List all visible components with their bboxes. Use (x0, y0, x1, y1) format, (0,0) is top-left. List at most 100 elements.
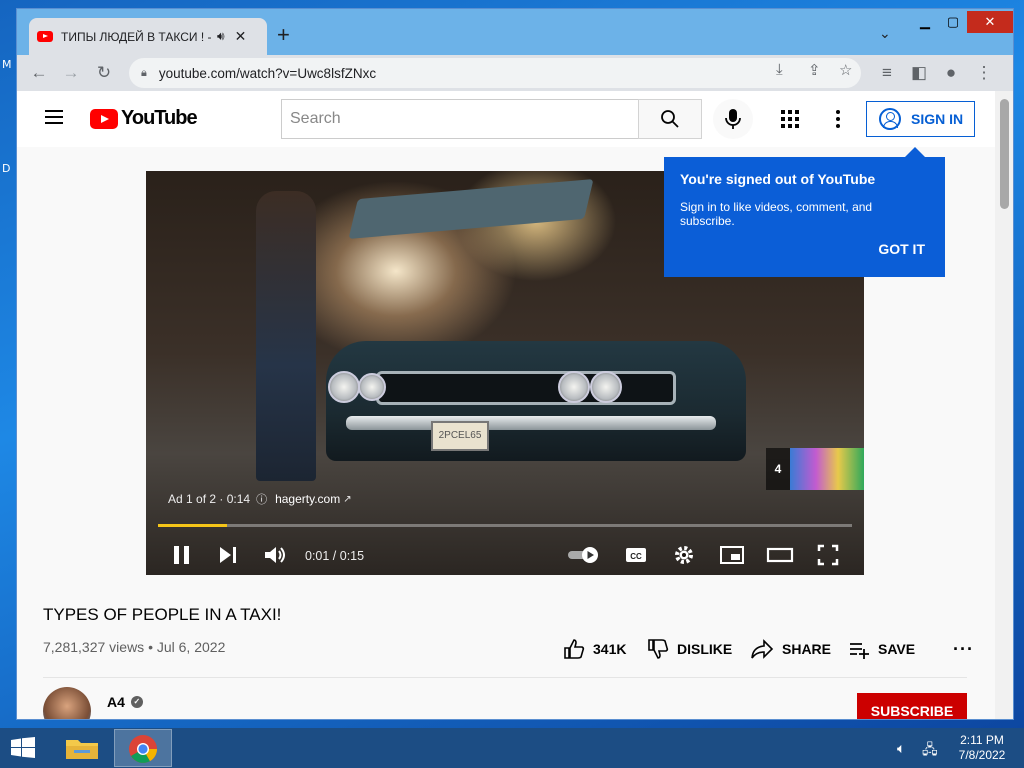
search-icon (661, 110, 679, 128)
address-bar[interactable]: 🔒︎ youtube.com/watch?v=Uwc8lsfZNxc ⤓ ⇪ ☆ (129, 58, 861, 88)
voice-search-button[interactable] (713, 99, 753, 139)
install-icon[interactable]: ⤓ (776, 61, 783, 78)
theater-icon (766, 547, 794, 563)
url-text: youtube.com/watch?v=Uwc8lsfZNxc (158, 65, 377, 81)
title-bar: ТИПЫ ЛЮДЕЙ В ТАКСИ ! - YouTube 🔊︎ ✕ + ⌄ … (17, 9, 1013, 55)
player-controls: 0:01 / 0:15 CC (146, 535, 864, 575)
ad-label: Ad 1 of 2 · 0:14 (168, 492, 251, 506)
star-icon[interactable]: ☆ (839, 61, 852, 79)
windows-start-icon[interactable] (10, 737, 36, 759)
dislike-button[interactable]: DISLIKE (647, 631, 732, 667)
cc-icon: CC (626, 548, 646, 562)
settings-button[interactable] (672, 541, 696, 569)
ad-info: Ad 1 of 2 · 0:14 ⓘ hagerty.com ↗ (168, 491, 352, 507)
taskbar: 🔈︎ 🖧︎ 2:11 PM 7/8/2022 (0, 728, 1024, 768)
chrome-taskbar-button[interactable] (114, 729, 172, 767)
search-button[interactable] (638, 99, 702, 139)
new-tab-button[interactable]: + (277, 23, 290, 47)
settings-menu-button[interactable] (827, 108, 849, 130)
time-display: 0:01 / 0:15 (305, 549, 365, 563)
fullscreen-icon (817, 544, 839, 566)
video-license-plate: 2PCEL65 (431, 421, 489, 451)
apps-icon[interactable] (779, 108, 801, 130)
scrollbar-thumb[interactable] (1000, 99, 1009, 209)
settings-icon (675, 546, 693, 564)
maximize-button[interactable]: ▢ (939, 11, 967, 33)
channel-name: A4 (107, 694, 125, 710)
progress-bar[interactable] (158, 524, 852, 527)
youtube-favicon (37, 31, 53, 42)
tab-title: ТИПЫ ЛЮДЕЙ В ТАКСИ ! - YouTube (61, 29, 211, 44)
popup-title: You're signed out of YouTube (680, 171, 876, 187)
popup-body: Sign in to like videos, comment, and sub… (680, 200, 873, 228)
youtube-header: YouTube SIGN IN (17, 91, 995, 147)
autoplay-toggle[interactable] (566, 541, 602, 569)
volume-button[interactable] (262, 541, 288, 569)
endcard-thumbnail[interactable]: 4 (766, 448, 864, 490)
video-car-headlight (558, 371, 590, 403)
ad-link[interactable]: hagerty.com (275, 492, 340, 506)
signed-out-popup: You're signed out of YouTube Sign in to … (664, 147, 945, 277)
youtube-play-icon (90, 108, 118, 129)
channel-avatar[interactable] (43, 687, 91, 719)
save-button[interactable]: SAVE (848, 631, 915, 667)
lock-icon[interactable]: 🔒︎ (141, 67, 147, 80)
playlist-add-icon (850, 643, 869, 659)
captions-button[interactable]: CC (624, 541, 648, 569)
info-icon[interactable]: ⓘ (256, 491, 267, 507)
more-actions-button[interactable]: ··· (953, 631, 974, 667)
thumbs-up-icon (564, 639, 585, 659)
reload-icon[interactable]: ↻ (92, 61, 116, 85)
endcard-count: 4 (766, 448, 790, 490)
file-explorer-icon[interactable] (60, 732, 104, 764)
pause-button[interactable] (170, 541, 194, 569)
speaker-icon[interactable]: 🔊︎ (217, 29, 225, 44)
reading-list-icon[interactable]: ≡ (875, 61, 899, 85)
tab-search-button[interactable]: ⌄ (879, 25, 891, 42)
subscribe-button[interactable]: SUBSCRIBE (857, 693, 967, 719)
video-person (256, 191, 316, 481)
network-icon[interactable]: 🖧︎ (922, 739, 938, 763)
video-car-headlight (358, 373, 386, 401)
folder-shape (66, 740, 98, 759)
next-icon (220, 547, 236, 563)
endcard-image (790, 448, 864, 490)
next-button[interactable] (216, 541, 240, 569)
browser-tab[interactable]: ТИПЫ ЛЮДЕЙ В ТАКСИ ! - YouTube 🔊︎ ✕ (29, 18, 267, 55)
desktop-icon-fragment: D (2, 162, 11, 175)
theater-mode-button[interactable] (766, 541, 794, 569)
like-button[interactable]: 341K (563, 631, 626, 667)
fullscreen-button[interactable] (816, 541, 840, 569)
hamburger-icon[interactable] (45, 110, 63, 124)
kebab-icon[interactable]: ⋮ (972, 61, 996, 85)
sign-in-button[interactable]: SIGN IN (866, 101, 975, 137)
video-meta: 7,281,327 views • Jul 6, 2022 (43, 639, 226, 655)
page-scrollbar[interactable] (995, 91, 1013, 719)
got-it-button[interactable]: GOT IT (878, 241, 925, 257)
search-input[interactable] (281, 99, 638, 139)
system-clock[interactable]: 2:11 PM 7/8/2022 (952, 733, 1012, 763)
channel-name-row[interactable]: A4 ✓ (107, 694, 143, 710)
minimize-button[interactable]: ▁ (911, 11, 939, 33)
share-button[interactable]: SHARE (750, 631, 831, 667)
kebab-icon (836, 110, 840, 128)
close-icon[interactable]: ✕ (235, 28, 247, 45)
back-icon[interactable]: ← (27, 61, 51, 85)
youtube-logo[interactable]: YouTube (90, 107, 198, 130)
verified-icon: ✓ (130, 696, 143, 708)
chevron-down-icon: ⌄ (879, 25, 891, 41)
apps-grid (781, 110, 799, 128)
volume-icon (265, 547, 285, 563)
mic-icon (725, 109, 741, 129)
forward-icon[interactable]: → (59, 61, 83, 85)
profile-icon[interactable]: ● (939, 61, 963, 85)
progress-fill (158, 524, 228, 527)
share-label: SHARE (782, 641, 832, 657)
windows-logo (11, 737, 35, 758)
side-panel-icon[interactable]: ◧ (907, 61, 931, 85)
miniplayer-button[interactable] (719, 541, 745, 569)
share-icon[interactable]: ⇪ (808, 61, 821, 79)
volume-muted-icon[interactable]: 🔈︎ (897, 740, 905, 757)
close-window-button[interactable]: ✕ (967, 11, 1013, 33)
like-count: 341K (593, 641, 627, 657)
